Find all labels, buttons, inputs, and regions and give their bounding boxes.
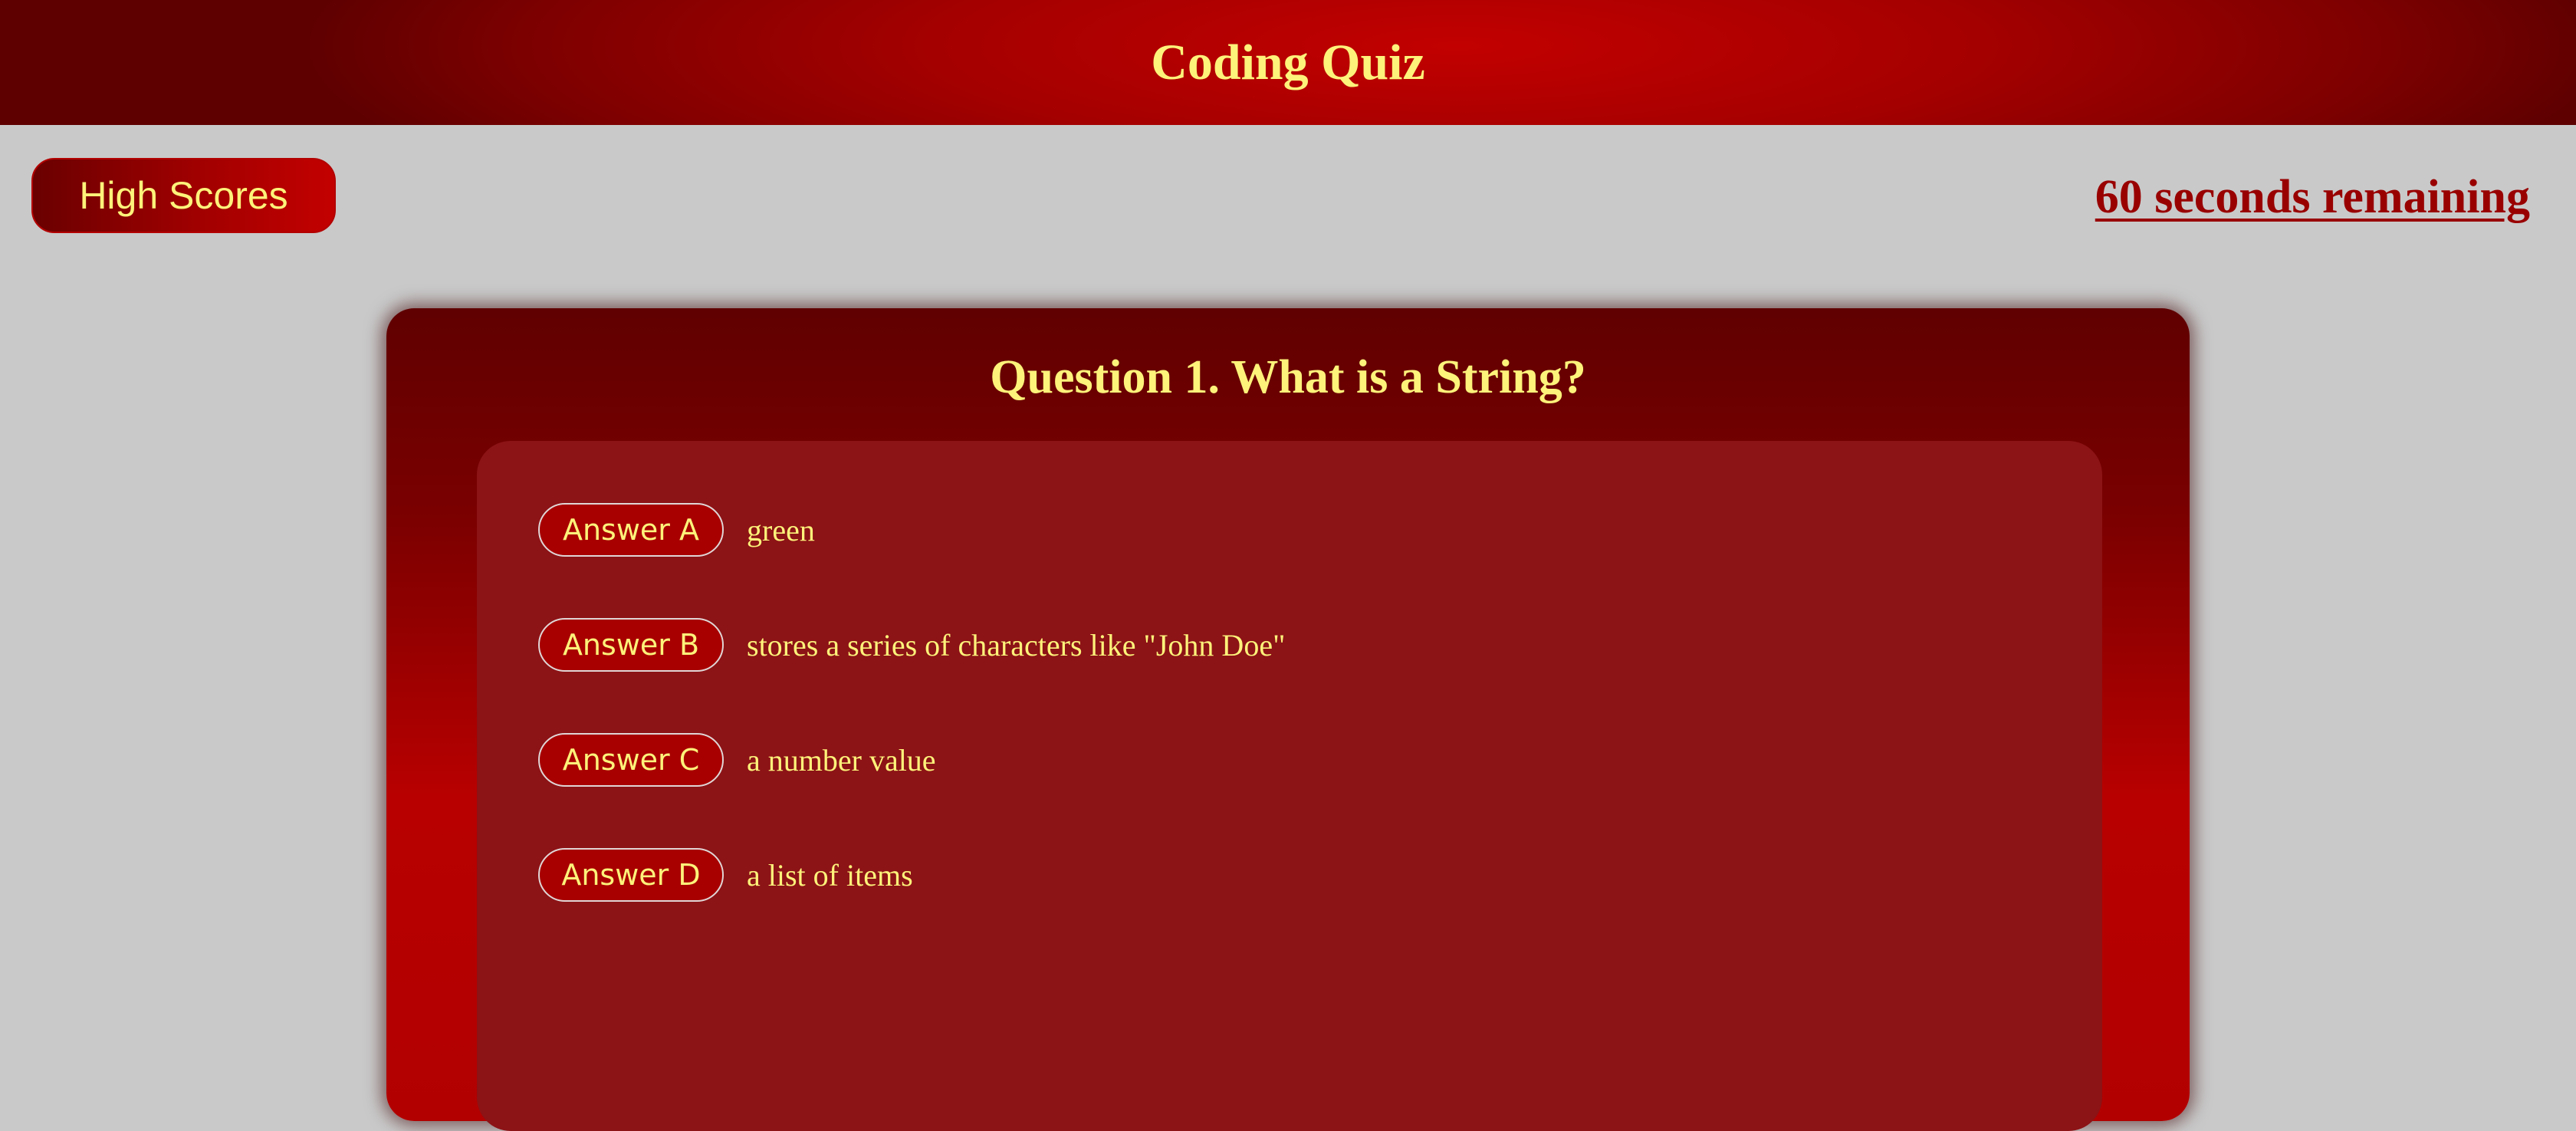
timer-text: 60 seconds remaining (2095, 171, 2530, 223)
answer-d-button[interactable]: Answer D (538, 848, 724, 902)
answer-c-button[interactable]: Answer C (538, 733, 724, 787)
answer-a-button[interactable]: Answer A (538, 503, 724, 557)
answer-a-text: green (747, 512, 815, 547)
app-header: Coding Quiz (0, 0, 2576, 125)
answer-row-a: Answer A green (538, 502, 815, 557)
answers-panel: Answer A green Answer B stores a series … (477, 441, 2102, 1131)
answer-row-c: Answer C a number value (538, 732, 936, 787)
answer-b-text: stores a series of characters like "John… (747, 627, 1286, 662)
answer-d-text: a list of items (747, 857, 913, 893)
answer-row-d: Answer D a list of items (538, 847, 913, 902)
high-scores-button[interactable]: High Scores (31, 158, 336, 233)
quiz-card: Question 1. What is a String? Answer A g… (386, 308, 2190, 1131)
answer-c-text: a number value (747, 742, 936, 778)
answer-row-b: Answer B stores a series of characters l… (538, 617, 1285, 672)
question-title: Question 1. What is a String? (990, 351, 1586, 403)
answer-b-button[interactable]: Answer B (538, 618, 724, 672)
app-title: Coding Quiz (1151, 34, 1425, 90)
